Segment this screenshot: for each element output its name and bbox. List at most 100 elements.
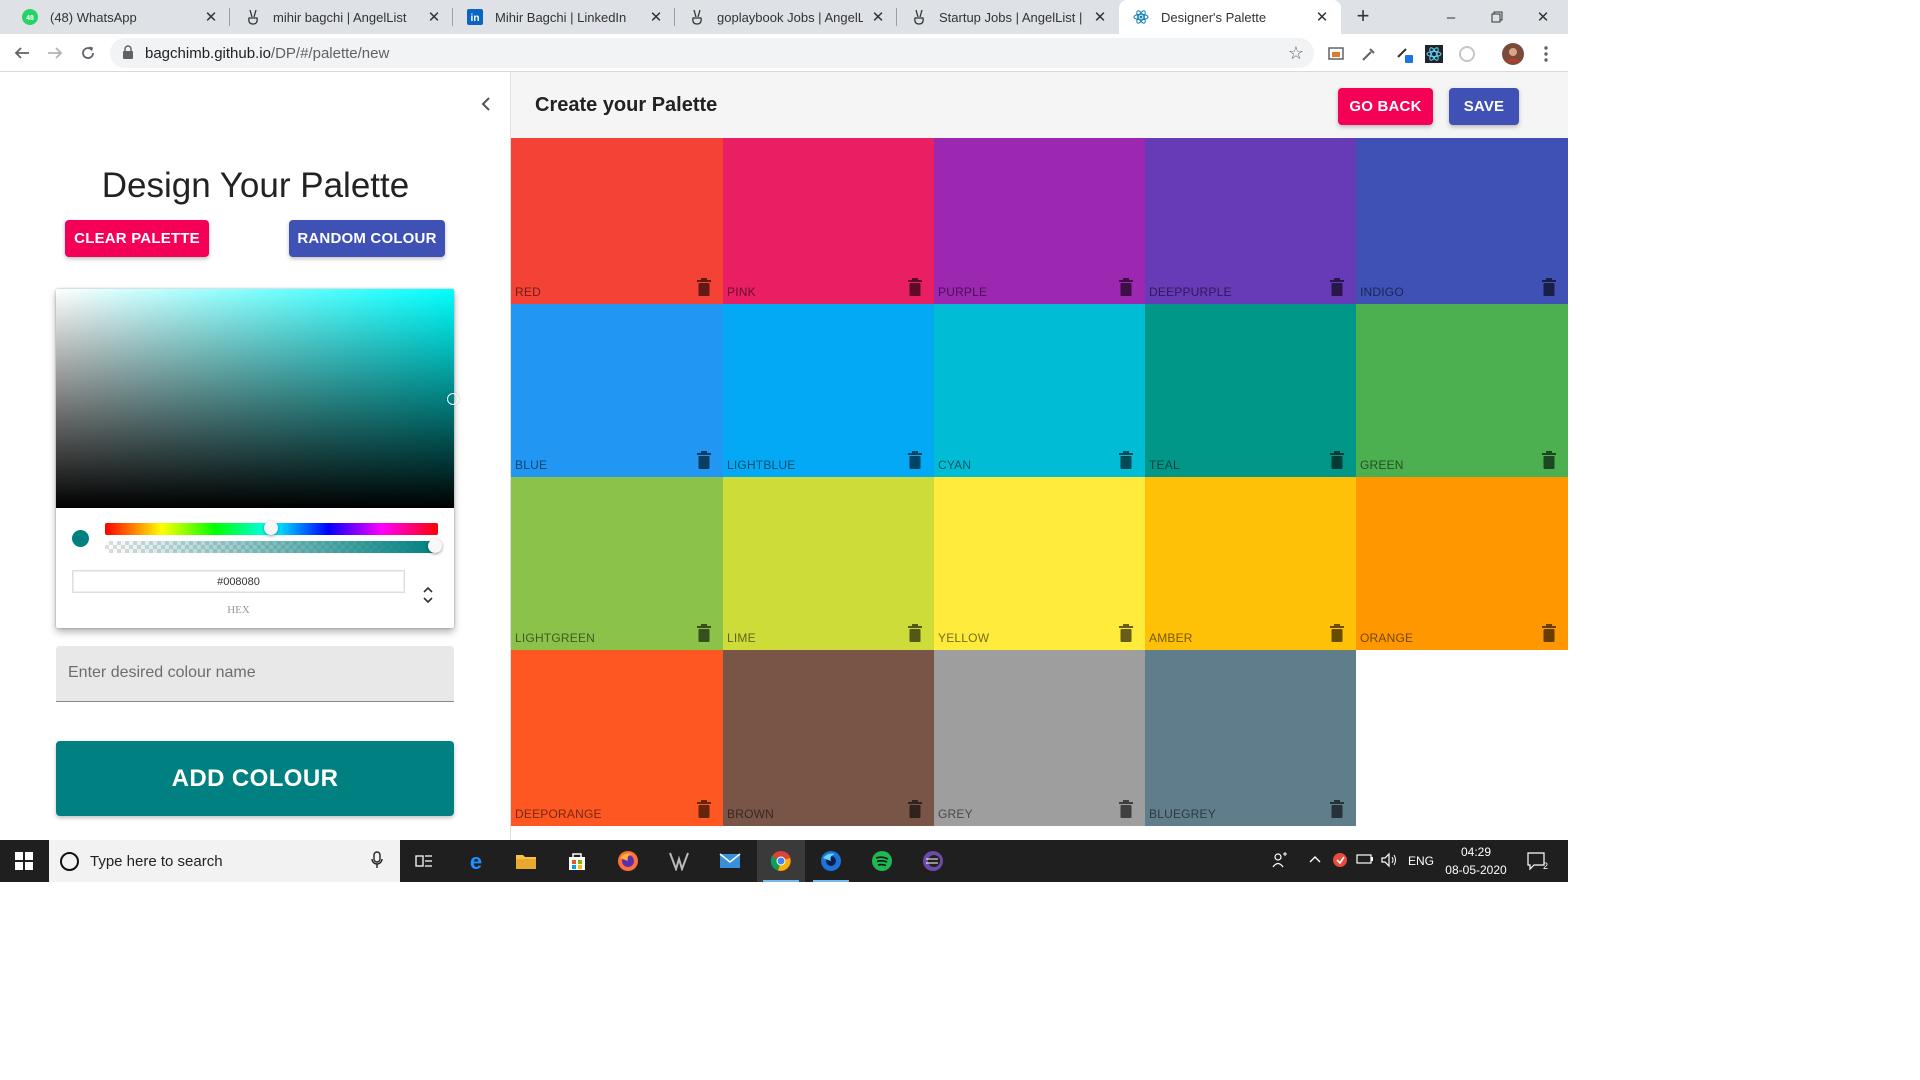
windows-start-icon[interactable] xyxy=(0,840,48,882)
alpha-slider[interactable] xyxy=(105,541,438,553)
hex-input[interactable] xyxy=(72,570,405,593)
chevron-left-icon[interactable] xyxy=(474,92,498,116)
close-tab-icon[interactable]: ✕ xyxy=(425,8,443,26)
close-tab-icon[interactable]: ✕ xyxy=(647,8,665,26)
palette-box[interactable]: LIGHTGREEN xyxy=(511,477,723,650)
notification-center-icon[interactable]: 2 xyxy=(1526,851,1548,874)
pen-extension-icon[interactable] xyxy=(1395,44,1415,64)
delete-icon[interactable] xyxy=(1542,624,1556,642)
clear-palette-button[interactable]: CLEAR PALETTE xyxy=(65,220,209,257)
format-toggle-icon[interactable] xyxy=(418,581,438,609)
firefox-icon[interactable] xyxy=(604,840,652,882)
microphone-icon[interactable] xyxy=(371,851,383,874)
close-tab-icon[interactable]: ✕ xyxy=(1313,8,1331,26)
palette-box[interactable]: CYAN xyxy=(934,304,1145,477)
eclipse-icon[interactable] xyxy=(909,840,957,882)
clock-date[interactable]: 08-05-2020 xyxy=(1440,863,1512,877)
predator-icon[interactable] xyxy=(655,840,703,882)
palette-box[interactable]: PURPLE xyxy=(934,138,1145,304)
task-view-icon[interactable] xyxy=(400,840,448,882)
cast-icon[interactable] xyxy=(1326,44,1346,64)
new-tab-button[interactable]: + xyxy=(1352,5,1374,28)
clock-time[interactable]: 04:29 xyxy=(1450,845,1502,859)
palette-box[interactable]: AMBER xyxy=(1145,477,1356,650)
mail-icon[interactable] xyxy=(706,840,754,882)
url-bar[interactable]: bagchimb.github.io/DP/#/palette/new ☆ xyxy=(110,38,1314,68)
tab-angellist-profile[interactable]: mihir bagchi | AngelList ✕ xyxy=(231,0,453,34)
palette-box[interactable]: GREY xyxy=(934,650,1145,826)
go-back-button[interactable]: GO BACK xyxy=(1338,88,1433,125)
palette-box[interactable]: LIME xyxy=(723,477,934,650)
alpha-slider-handle[interactable] xyxy=(428,539,442,553)
chrome-icon[interactable] xyxy=(757,840,805,882)
palette-box[interactable]: BLUE xyxy=(511,304,723,477)
eyedropper-icon[interactable] xyxy=(1359,44,1379,64)
tab-linkedin[interactable]: in Mihir Bagchi | LinkedIn ✕ xyxy=(453,0,675,34)
palette-box[interactable]: BROWN xyxy=(723,650,934,826)
delete-icon[interactable] xyxy=(697,278,711,296)
profile-avatar[interactable] xyxy=(1502,43,1524,65)
hue-slider-handle[interactable] xyxy=(264,521,278,535)
delete-icon[interactable] xyxy=(697,800,711,818)
close-tab-icon[interactable]: ✕ xyxy=(869,8,887,26)
delete-icon[interactable] xyxy=(1119,278,1133,296)
spotify-icon[interactable] xyxy=(858,840,906,882)
forward-icon[interactable] xyxy=(43,41,67,65)
delete-icon[interactable] xyxy=(908,624,922,642)
delete-icon[interactable] xyxy=(1330,451,1344,469)
extension-circle-icon[interactable] xyxy=(1457,44,1477,64)
close-tab-icon[interactable]: ✕ xyxy=(202,8,220,26)
tab-startup-jobs[interactable]: Startup Jobs | AngelList | Ang ✕ xyxy=(897,0,1119,34)
palette-box[interactable]: YELLOW xyxy=(934,477,1145,650)
tab-goplaybook[interactable]: goplaybook Jobs | AngelList ✕ xyxy=(675,0,897,34)
delete-icon[interactable] xyxy=(697,624,711,642)
delete-icon[interactable] xyxy=(1119,624,1133,642)
palette-box[interactable]: DEEPORANGE xyxy=(511,650,723,826)
delete-icon[interactable] xyxy=(1542,451,1556,469)
saturation-area[interactable] xyxy=(56,289,454,508)
palette-box[interactable]: PINK xyxy=(723,138,934,304)
reload-icon[interactable] xyxy=(76,41,100,65)
tab-designers-palette[interactable]: Designer's Palette ✕ xyxy=(1119,0,1341,34)
restore-icon[interactable] xyxy=(1485,6,1509,28)
palette-box[interactable]: LIGHTBLUE xyxy=(723,304,934,477)
colour-name-input[interactable] xyxy=(68,664,438,682)
saturation-pointer[interactable] xyxy=(447,393,459,405)
back-icon[interactable] xyxy=(10,41,34,65)
delete-icon[interactable] xyxy=(1542,278,1556,296)
palette-box[interactable]: DEEPPURPLE xyxy=(1145,138,1356,304)
people-icon[interactable] xyxy=(1271,851,1289,872)
colour-name-field[interactable] xyxy=(56,646,454,702)
firefox-dev-icon[interactable] xyxy=(807,840,855,882)
random-colour-button[interactable]: RANDOM COLOUR xyxy=(289,220,445,257)
language-indicator[interactable]: ENG xyxy=(1408,854,1434,868)
tab-whatsapp[interactable]: 48 (48) WhatsApp ✕ xyxy=(8,0,230,34)
battery-icon[interactable] xyxy=(1356,853,1374,868)
save-button[interactable]: SAVE xyxy=(1449,88,1519,125)
bookmark-star-icon[interactable]: ☆ xyxy=(1288,43,1304,64)
delete-icon[interactable] xyxy=(908,278,922,296)
chevron-up-icon[interactable] xyxy=(1309,853,1321,867)
palette-box[interactable]: RED xyxy=(511,138,723,304)
palette-box[interactable]: GREEN xyxy=(1356,304,1568,477)
delete-icon[interactable] xyxy=(1330,800,1344,818)
delete-icon[interactable] xyxy=(1119,451,1133,469)
store-icon[interactable] xyxy=(553,840,601,882)
minimize-icon[interactable]: – xyxy=(1439,6,1463,28)
browser-menu-icon[interactable] xyxy=(1536,44,1556,64)
palette-box[interactable]: INDIGO xyxy=(1356,138,1568,304)
taskbar-search[interactable]: Type here to search xyxy=(49,840,400,882)
palette-box[interactable]: ORANGE xyxy=(1356,477,1568,650)
volume-icon[interactable] xyxy=(1380,852,1398,871)
add-colour-button[interactable]: ADD COLOUR xyxy=(56,741,454,816)
delete-icon[interactable] xyxy=(908,800,922,818)
edge-icon[interactable]: e xyxy=(452,840,500,882)
antivirus-tray-icon[interactable] xyxy=(1332,852,1348,871)
delete-icon[interactable] xyxy=(908,451,922,469)
file-explorer-icon[interactable] xyxy=(502,840,550,882)
close-window-icon[interactable]: ✕ xyxy=(1531,6,1555,28)
delete-icon[interactable] xyxy=(1330,624,1344,642)
delete-icon[interactable] xyxy=(1330,278,1344,296)
delete-icon[interactable] xyxy=(1119,800,1133,818)
delete-icon[interactable] xyxy=(697,451,711,469)
